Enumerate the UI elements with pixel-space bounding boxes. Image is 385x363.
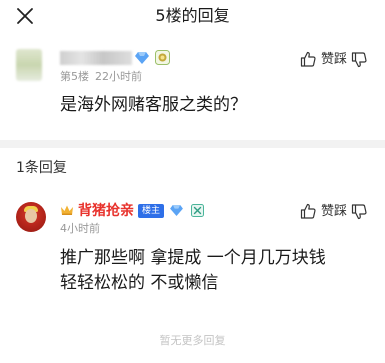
thumbs-down-icon[interactable] <box>351 52 367 68</box>
no-more-replies: 暂无更多回复 <box>159 334 226 347</box>
host-badge: 楼主 <box>138 204 165 218</box>
floor-post: 第5楼 22小时前 是海外网赌客服之类的？ 赞踩 <box>0 36 385 146</box>
thumbs-down-icon[interactable] <box>351 204 367 220</box>
reply-content-line: 轻轻松松的 不或懒信 <box>60 273 219 293</box>
thumbs-up-icon[interactable] <box>300 51 316 67</box>
badge-square-icon <box>191 204 204 217</box>
floor-number: 第5楼 <box>60 70 89 83</box>
reply-avatar[interactable] <box>16 202 46 232</box>
reply-content: 推广那些啊 拿提成 一个月几万块钱 轻轻松松的 不或懒信 <box>60 246 370 296</box>
header-bar: 5楼的回复 <box>0 0 385 32</box>
thumbs-up-icon[interactable] <box>300 203 316 219</box>
gem-icon <box>135 52 149 64</box>
medal-icon <box>155 50 170 65</box>
username-redacted[interactable] <box>60 51 132 65</box>
reply-time: 4小时前 <box>60 222 100 235</box>
reply-count: 1条回复 <box>16 160 67 176</box>
reply-username[interactable]: 背猪抢亲 <box>78 202 134 220</box>
reply-content-line: 推广那些啊 拿提成 一个月几万块钱 <box>60 248 326 268</box>
post-time: 22小时前 <box>95 70 142 83</box>
post-meta: 第5楼 22小时前 <box>60 70 148 84</box>
avatar[interactable] <box>16 49 42 81</box>
reply-like-label[interactable]: 赞踩 <box>321 204 347 220</box>
crown-icon <box>61 205 73 215</box>
post-content: 是海外网赌客服之类的？ <box>60 95 247 115</box>
gem-icon <box>170 205 183 216</box>
section-divider <box>0 140 385 148</box>
like-label[interactable]: 赞踩 <box>321 52 347 68</box>
page-title: 5楼的回复 <box>155 6 230 25</box>
